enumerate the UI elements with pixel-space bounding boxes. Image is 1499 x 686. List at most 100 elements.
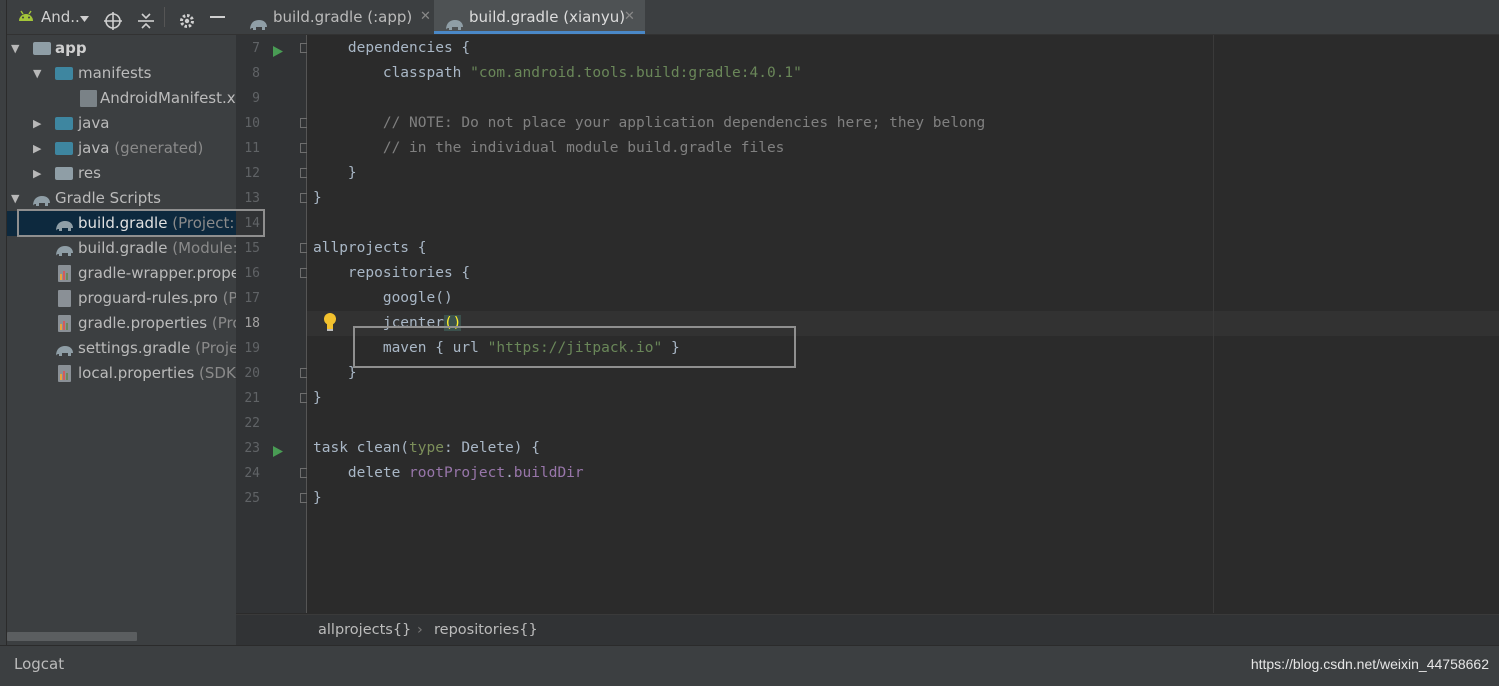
code-line-13[interactable]: } [313, 186, 322, 211]
tree-item-local-properties[interactable]: local.properties (SDK [7, 361, 236, 386]
tree-item-label: Gradle Scripts [55, 189, 161, 207]
bottom-tool-bar: Logcat https://blog.csdn.net/weixin_4475… [0, 645, 1499, 686]
folder-icon [55, 67, 73, 80]
code-line-17[interactable]: google() [313, 286, 453, 311]
toolbar-separator [164, 7, 165, 27]
tree-item-label: java [78, 139, 110, 157]
generated-folder-icon [55, 142, 73, 155]
line-number: 18 [244, 316, 260, 331]
code-line-20[interactable]: } [313, 361, 357, 386]
tree-item-label: java [78, 114, 110, 132]
tree-item-label: gradle.properties [78, 314, 208, 332]
line-number: 11 [244, 141, 260, 156]
expand-arrow-icon[interactable]: ▶ [33, 161, 41, 186]
tree-item-java-generated[interactable]: ▶ java (generated) [7, 136, 236, 161]
code-line-11[interactable]: // in the individual module build.gradle… [313, 136, 785, 161]
property-token: rootProject [409, 465, 506, 481]
tree-item-app[interactable]: ▼ app [7, 36, 236, 61]
expand-arrow-icon[interactable]: ▶ [33, 111, 41, 136]
gear-icon[interactable] [178, 8, 196, 28]
run-icon[interactable] [273, 443, 283, 461]
tree-item-gradle-properties[interactable]: gradle.properties (Pro [7, 311, 236, 336]
watermark-text: https://blog.csdn.net/weixin_44758662 [1250, 656, 1489, 672]
tree-item-build-gradle-module[interactable]: build.gradle (Module: [7, 236, 236, 261]
project-view-selector[interactable]: And.. [41, 0, 80, 34]
line-number: 8 [252, 66, 260, 81]
code-token: task clean( [313, 440, 410, 456]
tree-item-manifests[interactable]: ▼ manifests [7, 61, 236, 86]
tree-item-label: res [78, 164, 101, 182]
code-token: . [505, 465, 514, 481]
tab-label: build.gradle (xianyu) [469, 8, 626, 26]
string-literal: "com.android.tools.build:gradle:4.0.1" [470, 65, 802, 81]
line-number: 16 [244, 266, 260, 281]
code-token: classpath [313, 65, 471, 81]
line-number: 7 [252, 41, 260, 56]
android-icon[interactable] [17, 0, 35, 34]
tree-item-res[interactable]: ▶ res [7, 161, 236, 186]
tree-item-gradle-scripts[interactable]: ▼ Gradle Scripts [7, 186, 236, 211]
tab-build-gradle-xianyu[interactable]: build.gradle (xianyu) ✕ [434, 0, 645, 34]
tree-item-sublabel: (SDK [199, 364, 236, 382]
tree-item-label: proguard-rules.pro [78, 289, 218, 307]
line-number: 23 [244, 441, 260, 456]
code-line-8[interactable]: classpath "com.android.tools.build:gradl… [313, 61, 802, 86]
code-line-15[interactable]: allprojects { [313, 236, 427, 261]
expand-arrow-icon[interactable]: ▼ [11, 186, 19, 211]
code-line-16[interactable]: repositories { [313, 261, 470, 286]
tree-item-settings-gradle[interactable]: settings.gradle (Proje [7, 336, 236, 361]
property-token: buildDir [513, 465, 584, 481]
run-icon[interactable] [273, 43, 283, 61]
chevron-right-icon: › [417, 622, 423, 638]
line-number: 24 [244, 466, 260, 481]
tree-item-java[interactable]: ▶ java [7, 111, 236, 136]
tree-item-androidmanifest[interactable]: AndroidManifest.x [7, 86, 236, 111]
line-number: 9 [252, 91, 260, 106]
code-line-23[interactable]: task clean(type: Delete) { [313, 436, 540, 461]
expand-arrow-icon[interactable]: ▼ [11, 36, 19, 61]
properties-file-icon [58, 365, 71, 382]
breadcrumb-item[interactable]: repositories{} [434, 615, 538, 646]
app-module-icon [33, 42, 51, 55]
tree-item-label: gradle-wrapper.prope [78, 264, 236, 282]
chevron-down-icon[interactable] [80, 0, 89, 34]
folder-icon [55, 167, 73, 180]
tree-item-gradle-wrapper[interactable]: gradle-wrapper.prope [7, 261, 236, 286]
tab-build-gradle-app[interactable]: build.gradle (:app) ✕ [236, 0, 432, 34]
code-line-7[interactable]: dependencies { [313, 36, 470, 61]
breadcrumb-item[interactable]: allprojects{} [318, 615, 411, 646]
line-number: 22 [244, 416, 260, 431]
code-line-24[interactable]: delete rootProject.buildDir [313, 461, 584, 486]
code-line-25[interactable]: } [313, 486, 322, 511]
line-number: 13 [244, 191, 260, 206]
target-icon[interactable] [104, 8, 122, 30]
line-number: 19 [244, 341, 260, 356]
logcat-tab[interactable]: Logcat [14, 646, 64, 682]
code-line-21[interactable]: } [313, 386, 322, 411]
minimize-icon[interactable] [210, 16, 225, 18]
tree-item-proguard[interactable]: proguard-rules.pro (P [7, 286, 236, 311]
close-icon[interactable]: ✕ [420, 0, 431, 34]
close-icon[interactable]: ✕ [624, 0, 635, 34]
code-token: : Delete) { [443, 440, 540, 456]
expand-arrow-icon[interactable]: ▼ [33, 61, 41, 86]
lightbulb-icon[interactable] [322, 312, 338, 336]
editor-tab-bar: build.gradle (:app) ✕ build.gradle (xian… [236, 0, 1499, 35]
expand-arrow-icon[interactable]: ▶ [33, 136, 41, 161]
collapse-all-icon[interactable] [138, 8, 154, 29]
right-margin-guide [1213, 35, 1214, 613]
project-toolbar: And.. [7, 0, 236, 35]
line-number: 15 [244, 241, 260, 256]
line-number: 20 [244, 366, 260, 381]
tree-item-label: manifests [78, 64, 152, 82]
highlight-box [353, 326, 796, 368]
code-line-10[interactable]: // NOTE: Do not place your application d… [313, 111, 985, 136]
code-line-12[interactable]: } [313, 161, 357, 186]
tree-item-sublabel: (Pro [211, 314, 236, 332]
horizontal-scrollbar[interactable] [7, 632, 137, 641]
line-number: 21 [244, 391, 260, 406]
project-panel: And.. ▼ app ▼ manifests AndroidManifest.… [7, 0, 236, 645]
tree-item-label: local.properties [78, 364, 195, 382]
tree-item-label: AndroidManifest.x [100, 89, 236, 107]
tree-item-sublabel: (generated) [114, 139, 204, 157]
